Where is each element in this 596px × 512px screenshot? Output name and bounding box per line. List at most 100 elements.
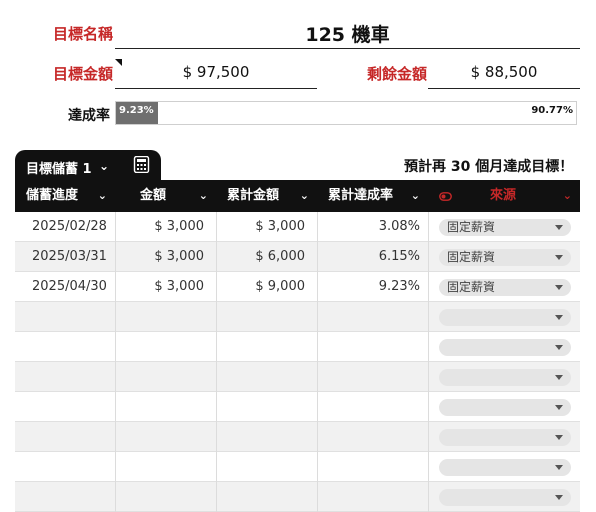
- goal-amount-value[interactable]: $ 97,500: [115, 63, 317, 89]
- source-dropdown[interactable]: [439, 399, 571, 416]
- source-value: 固定薪資: [447, 280, 496, 294]
- source-value: 固定薪資: [447, 250, 496, 264]
- table-row[interactable]: 2025/04/30 $ 3,000 $ 9,000 9.23% 固定薪資: [15, 272, 580, 302]
- filter-toggle-icon[interactable]: [439, 192, 452, 201]
- source-dropdown[interactable]: [439, 369, 571, 386]
- table-row[interactable]: [15, 452, 580, 482]
- column-header-cumulative-rate[interactable]: 累計達成率 ⌄: [317, 180, 428, 212]
- date-cell[interactable]: 2025/03/31: [32, 242, 112, 272]
- table-row[interactable]: [15, 422, 580, 452]
- date-cell[interactable]: [32, 452, 112, 482]
- amount-cell[interactable]: [115, 332, 204, 362]
- table-row[interactable]: [15, 332, 580, 362]
- chevron-down-icon[interactable]: ⌄: [411, 180, 420, 212]
- chevron-down-icon[interactable]: ⌄: [99, 159, 109, 173]
- amount-cell[interactable]: $ 3,000: [115, 242, 204, 272]
- cumulative-cell[interactable]: $ 6,000: [216, 242, 305, 272]
- table-row[interactable]: [15, 392, 580, 422]
- source-dropdown[interactable]: 固定薪資: [439, 279, 571, 296]
- date-cell[interactable]: [32, 332, 112, 362]
- rate-cell[interactable]: 6.15%: [317, 242, 420, 272]
- chevron-down-icon[interactable]: ⌄: [300, 180, 309, 212]
- cumulative-cell[interactable]: [216, 452, 305, 482]
- rate-cell[interactable]: [317, 362, 420, 392]
- source-dropdown[interactable]: [439, 489, 571, 506]
- source-dropdown[interactable]: [439, 309, 571, 326]
- remaining-amount-label: 剩餘金額: [367, 65, 428, 83]
- source-dropdown[interactable]: [439, 339, 571, 356]
- dropdown-arrow-icon[interactable]: [555, 405, 563, 410]
- dropdown-arrow-icon[interactable]: [555, 495, 563, 500]
- date-cell[interactable]: [32, 392, 112, 422]
- amount-cell[interactable]: [115, 362, 204, 392]
- column-divider: [428, 482, 429, 512]
- calculator-icon[interactable]: [133, 156, 150, 173]
- cumulative-cell[interactable]: [216, 332, 305, 362]
- dropdown-arrow-icon[interactable]: [555, 345, 563, 350]
- column-header-amount[interactable]: 金額 ⌄: [115, 180, 216, 212]
- goal-name-label: 目標名稱: [53, 25, 114, 43]
- dropdown-arrow-icon[interactable]: [555, 465, 563, 470]
- chevron-down-icon[interactable]: ⌄: [98, 180, 107, 212]
- cumulative-cell[interactable]: $ 3,000: [216, 212, 305, 242]
- amount-cell[interactable]: [115, 392, 204, 422]
- achieved-percent: 9.23%: [119, 105, 154, 116]
- rate-cell[interactable]: [317, 422, 420, 452]
- dropdown-arrow-icon[interactable]: [555, 225, 563, 230]
- tab-label: 目標儲蓄 1: [26, 162, 92, 177]
- column-label: 累計達成率: [328, 188, 394, 203]
- cumulative-cell[interactable]: [216, 422, 305, 452]
- tab-goal-savings-1[interactable]: 目標儲蓄 1 ⌄: [15, 150, 161, 180]
- date-cell[interactable]: 2025/04/30: [32, 272, 112, 302]
- source-dropdown[interactable]: 固定薪資: [439, 249, 571, 266]
- amount-cell[interactable]: $ 3,000: [115, 272, 204, 302]
- source-dropdown[interactable]: 固定薪資: [439, 219, 571, 236]
- rate-cell[interactable]: [317, 452, 420, 482]
- column-divider: [428, 452, 429, 482]
- dropdown-arrow-icon[interactable]: [555, 285, 563, 290]
- cumulative-cell[interactable]: $ 9,000: [216, 272, 305, 302]
- source-dropdown[interactable]: [439, 459, 571, 476]
- dropdown-arrow-icon[interactable]: [555, 315, 563, 320]
- rate-cell[interactable]: [317, 302, 420, 332]
- column-header-progress[interactable]: 儲蓄進度 ⌄: [15, 180, 115, 212]
- table-row[interactable]: 2025/03/31 $ 3,000 $ 6,000 6.15% 固定薪資: [15, 242, 580, 272]
- source-dropdown[interactable]: [439, 429, 571, 446]
- rate-cell[interactable]: [317, 392, 420, 422]
- date-cell[interactable]: [32, 422, 112, 452]
- column-label: 儲蓄進度: [26, 188, 79, 203]
- cumulative-cell[interactable]: [216, 482, 305, 512]
- chevron-down-icon[interactable]: ⌄: [563, 180, 572, 212]
- goal-name-value[interactable]: 125 機車: [115, 20, 580, 49]
- amount-cell[interactable]: [115, 482, 204, 512]
- date-cell[interactable]: [32, 482, 112, 512]
- date-cell[interactable]: [32, 362, 112, 392]
- cumulative-cell[interactable]: [216, 362, 305, 392]
- rate-cell[interactable]: 9.23%: [317, 272, 420, 302]
- column-divider: [428, 362, 429, 392]
- table-row[interactable]: [15, 362, 580, 392]
- table-row[interactable]: [15, 482, 580, 512]
- rate-cell[interactable]: [317, 332, 420, 362]
- cumulative-cell[interactable]: [216, 392, 305, 422]
- chevron-down-icon[interactable]: ⌄: [199, 180, 208, 212]
- table-row[interactable]: [15, 302, 580, 332]
- column-header-source[interactable]: 來源 ⌄: [428, 180, 580, 212]
- amount-cell[interactable]: [115, 422, 204, 452]
- cumulative-cell[interactable]: [216, 302, 305, 332]
- column-divider: [428, 392, 429, 422]
- column-divider: [428, 272, 429, 302]
- date-cell[interactable]: [32, 302, 112, 332]
- date-cell[interactable]: 2025/02/28: [32, 212, 112, 242]
- amount-cell[interactable]: [115, 302, 204, 332]
- column-header-cumulative[interactable]: 累計金額 ⌄: [216, 180, 317, 212]
- dropdown-arrow-icon[interactable]: [555, 435, 563, 440]
- dropdown-arrow-icon[interactable]: [555, 375, 563, 380]
- table-row[interactable]: 2025/02/28 $ 3,000 $ 3,000 3.08% 固定薪資: [15, 212, 580, 242]
- rate-cell[interactable]: [317, 482, 420, 512]
- amount-cell[interactable]: [115, 452, 204, 482]
- column-label: 累計金額: [227, 188, 280, 203]
- amount-cell[interactable]: $ 3,000: [115, 212, 204, 242]
- rate-cell[interactable]: 3.08%: [317, 212, 420, 242]
- dropdown-arrow-icon[interactable]: [555, 255, 563, 260]
